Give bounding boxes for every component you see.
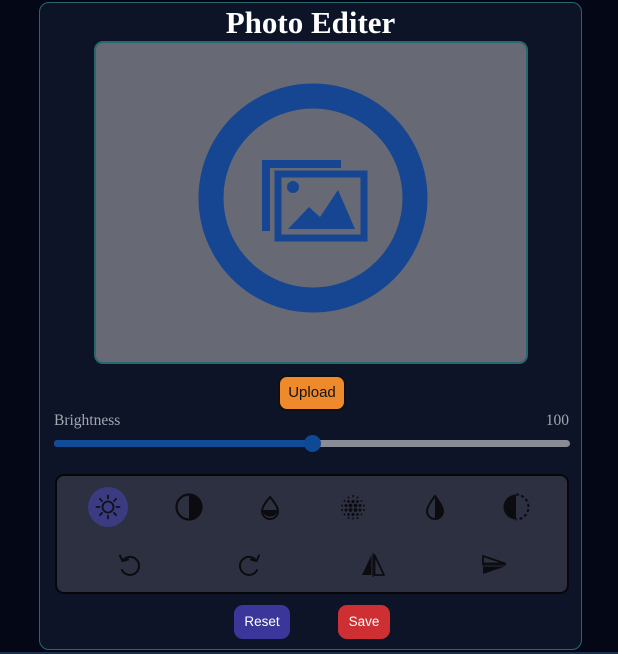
hue-drop-icon: [425, 494, 445, 520]
rotate-left-icon: [119, 554, 140, 576]
tools-panel: [55, 474, 569, 594]
rotate-right-icon: [239, 554, 260, 576]
slider-thumb[interactable]: [303, 435, 321, 452]
image-preview[interactable]: [94, 41, 528, 364]
flip-vertical-button[interactable]: [474, 545, 514, 585]
slider-value: 100: [545, 412, 569, 429]
contrast-button[interactable]: [169, 487, 209, 527]
brightness-slider[interactable]: [54, 435, 570, 452]
save-button[interactable]: Save: [338, 605, 390, 639]
blur-button[interactable]: [333, 487, 373, 527]
app-title: Photo Editer: [225, 5, 396, 40]
invert-button[interactable]: [496, 487, 536, 527]
flip-horizontal-icon: [362, 553, 385, 577]
saturation-icon: [260, 495, 280, 520]
contrast-icon: [175, 493, 203, 521]
photo-editor-panel: Photo Editer Upload Brightness 100 Reset…: [39, 2, 582, 650]
flip-horizontal-button[interactable]: [353, 545, 393, 585]
flip-vertical-icon: [482, 555, 506, 574]
reset-button[interactable]: Reset: [234, 605, 290, 639]
hue-button[interactable]: [415, 487, 455, 527]
saturation-button[interactable]: [250, 487, 290, 527]
blur-icon: [341, 495, 365, 520]
brightness-button[interactable]: [88, 487, 128, 527]
slider-label: Brightness: [54, 412, 121, 429]
rotate-left-button[interactable]: [109, 545, 149, 585]
upload-button[interactable]: Upload: [278, 375, 346, 411]
invert-icon: [503, 493, 530, 521]
rotate-right-button[interactable]: [230, 545, 270, 585]
brightness-icon: [95, 494, 121, 520]
slider-fill: [54, 440, 312, 447]
photo-placeholder-icon: [198, 83, 428, 313]
